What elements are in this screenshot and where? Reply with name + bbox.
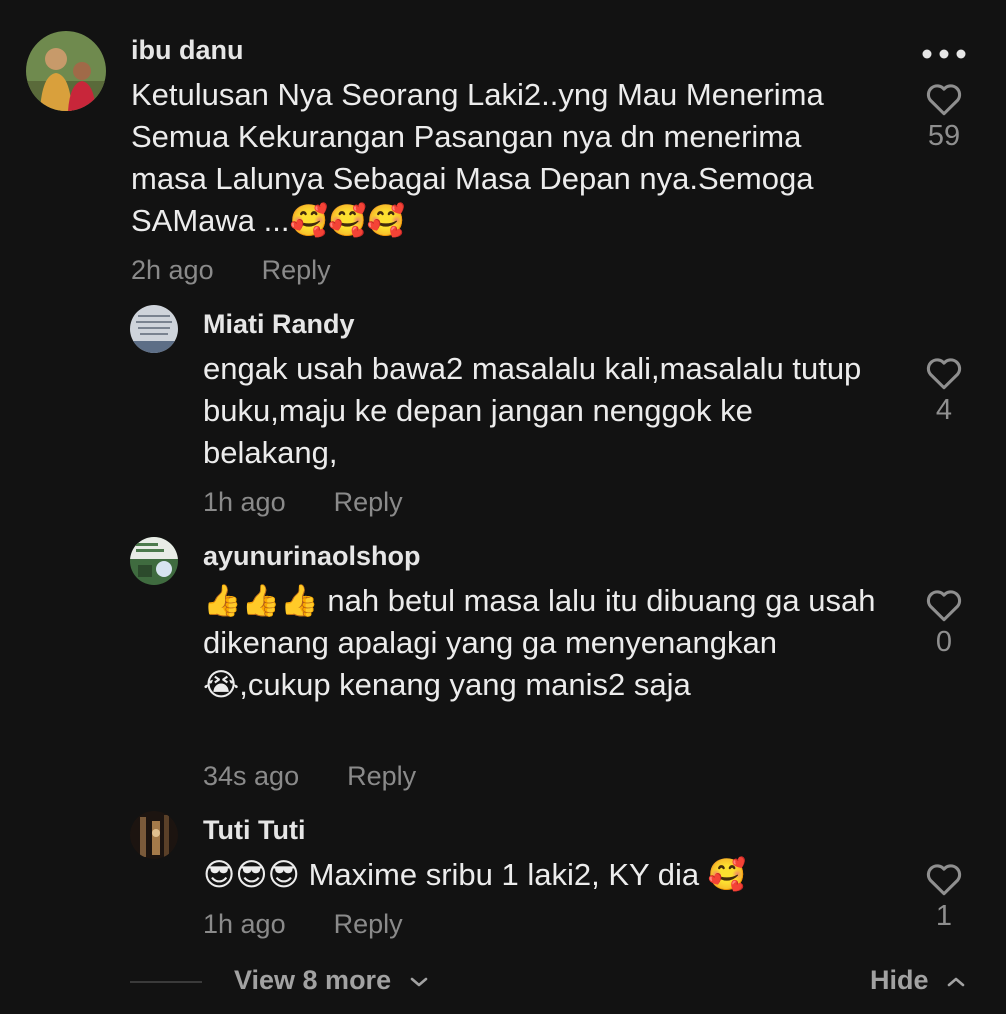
comment-username[interactable]: ibu danu	[131, 35, 243, 66]
comment-username[interactable]: Tuti Tuti	[203, 815, 305, 846]
heart-outline-icon	[926, 358, 962, 390]
like-count: 1	[935, 900, 953, 932]
comment-text: Ketulusan Nya Seorang Laki2..yng Mau Men…	[131, 77, 824, 238]
more-horizontal-icon	[922, 49, 966, 59]
shop-logo-avatar-icon	[130, 537, 178, 585]
comment-username[interactable]: ayunurinaolshop	[203, 541, 421, 572]
more-options-button[interactable]	[920, 44, 968, 64]
chevron-up-icon	[947, 977, 965, 987]
reply-button[interactable]: Reply	[334, 487, 403, 517]
comment-timestamp: 34s ago	[203, 761, 300, 791]
comment-username[interactable]: Miati Randy	[203, 309, 355, 340]
like-button[interactable]: 4	[914, 356, 974, 427]
user-photo-avatar-icon	[26, 31, 106, 111]
chevron-down-icon	[410, 977, 427, 987]
view-more-replies-button[interactable]: View 8 more	[234, 965, 429, 996]
divider	[130, 981, 202, 983]
heart-outline-icon	[926, 590, 962, 622]
avatar[interactable]	[130, 305, 178, 353]
comment-text: 👍👍👍 nah betul masa lalu itu dibuang ga u…	[203, 583, 876, 702]
like-button[interactable]: 1	[914, 862, 974, 933]
replies-footer: View 8 more Hide	[0, 955, 1006, 1005]
comment-timestamp: 1h ago	[203, 487, 286, 517]
heart-outline-icon	[926, 84, 962, 116]
like-count: 59	[927, 120, 961, 152]
comment-meta: 1h ago Reply	[203, 909, 403, 940]
reply-button[interactable]: Reply	[262, 255, 331, 285]
reply-button[interactable]: Reply	[347, 761, 416, 791]
like-button[interactable]: 0	[914, 588, 974, 659]
heart-outline-icon	[926, 864, 962, 896]
avatar[interactable]	[26, 31, 106, 111]
like-button[interactable]: 59	[914, 82, 974, 153]
dark-photo-avatar-icon	[130, 811, 178, 859]
reply-button[interactable]: Reply	[334, 909, 403, 939]
text-image-avatar-icon	[130, 305, 178, 353]
avatar[interactable]	[130, 811, 178, 859]
comment-text: engak usah bawa2 masalalu kali,masalalu …	[203, 351, 862, 470]
comment-timestamp: 1h ago	[203, 909, 286, 939]
comment-timestamp: 2h ago	[131, 255, 214, 285]
comment-meta: 1h ago Reply	[203, 487, 403, 518]
comment-meta: 34s ago Reply	[203, 761, 416, 792]
like-count: 4	[935, 394, 953, 426]
comment-text: 😎😎😎 Maxime sribu 1 laki2, KY dia 🥰	[203, 857, 747, 892]
like-count: 0	[935, 626, 953, 658]
comment-meta: 2h ago Reply	[131, 255, 331, 286]
hide-replies-button[interactable]: Hide	[870, 965, 966, 996]
hide-label: Hide	[869, 965, 929, 995]
avatar[interactable]	[130, 537, 178, 585]
view-more-label: View 8 more	[234, 965, 392, 995]
